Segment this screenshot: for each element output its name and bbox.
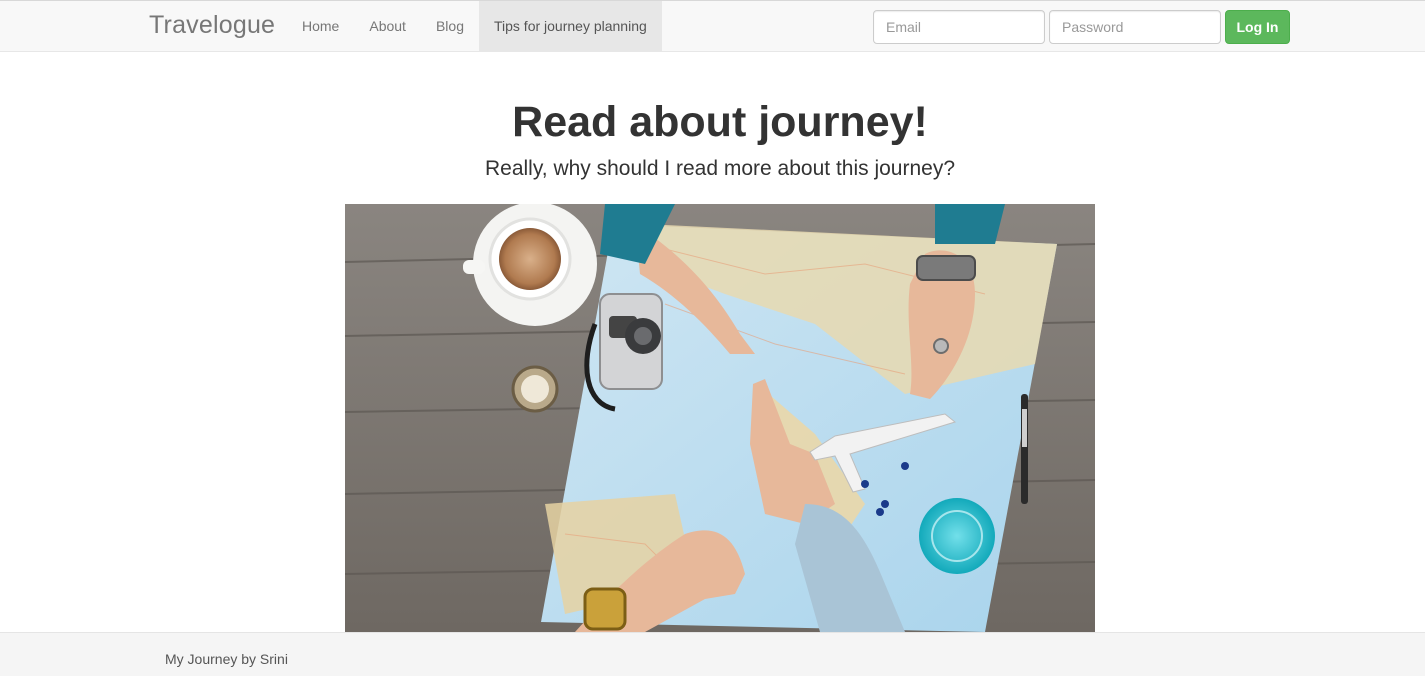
nav-links: Home About Blog Tips for journey plannin… [287,1,662,51]
nav-blog[interactable]: Blog [421,1,479,51]
nav-home[interactable]: Home [287,1,354,51]
brand-link[interactable]: Travelogue [149,11,275,40]
login-button[interactable]: Log In [1225,10,1290,44]
nav-tips[interactable]: Tips for journey planning [478,1,662,51]
page-subtitle: Really, why should I read more about thi… [484,157,956,180]
nav-about[interactable]: About [354,1,421,51]
footer-text: My Journey by Srini [165,651,288,667]
password-field[interactable] [1049,10,1221,44]
top-navbar: Travelogue Home About Blog Tips for jour… [0,0,1425,52]
email-field[interactable] [873,10,1045,44]
page-title: Read about journey! [512,98,928,146]
login-form: Log In [873,10,1290,44]
travel-map-photo [345,204,1095,632]
footer: My Journey by Srini [0,632,1425,676]
